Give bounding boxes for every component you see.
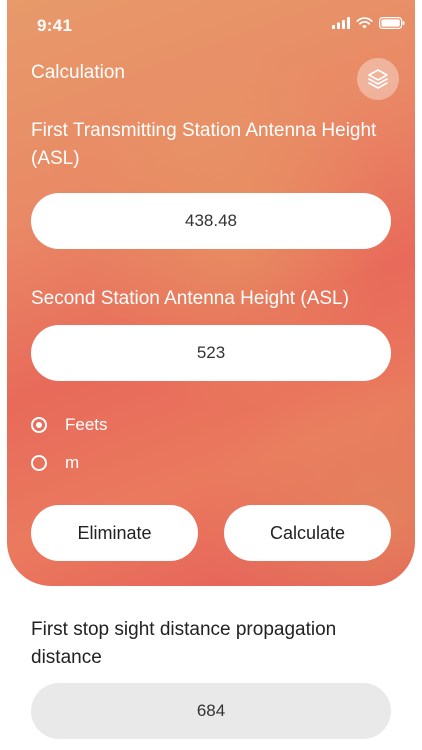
calculation-screen: 9:41 Calculation First Transmitting Stat…	[0, 0, 422, 750]
first-height-label: First Transmitting Station Antenna Heigh…	[31, 120, 377, 169]
calculation-card: 9:41 Calculation First Transmitting Stat…	[7, 0, 415, 586]
status-time: 9:41	[37, 16, 73, 35]
result-value: 684	[31, 683, 391, 739]
status-bar: 9:41	[7, 0, 415, 46]
eliminate-button[interactable]: Eliminate	[31, 505, 198, 561]
unit-label-m: m	[65, 453, 80, 472]
second-height-input[interactable]	[31, 325, 391, 381]
signal-icon	[332, 17, 350, 29]
layers-button[interactable]	[357, 58, 399, 100]
status-icons	[332, 17, 405, 29]
first-height-input[interactable]	[31, 193, 391, 249]
unit-option-m[interactable]: m	[31, 453, 79, 473]
radio-feets[interactable]	[31, 417, 47, 433]
unit-label-feets: Feets	[65, 415, 108, 434]
battery-icon	[379, 17, 405, 29]
page-title: Calculation	[31, 62, 125, 83]
radio-m[interactable]	[31, 455, 47, 471]
wifi-icon	[356, 17, 373, 29]
unit-option-feets[interactable]: Feets	[31, 415, 108, 435]
result-label: First stop sight distance propagation di…	[31, 619, 337, 668]
layers-icon	[368, 69, 388, 89]
calculate-button[interactable]: Calculate	[224, 505, 391, 561]
second-height-label: Second Station Antenna Height (ASL)	[31, 288, 349, 309]
